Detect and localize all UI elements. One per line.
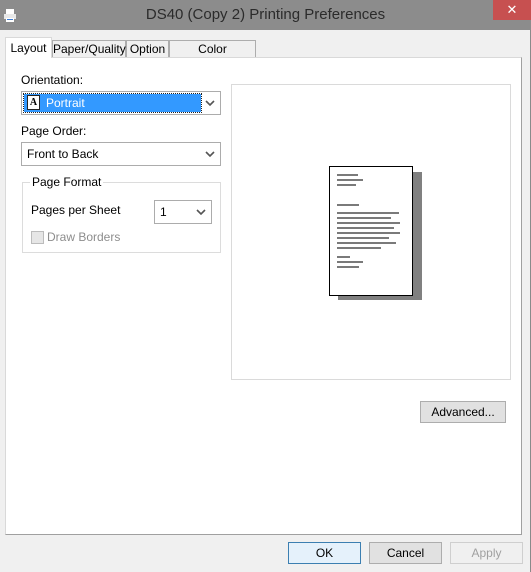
pages-per-sheet-value: 1	[160, 205, 167, 219]
orientation-label: Orientation:	[21, 73, 84, 87]
draw-borders-label: Draw Borders	[47, 230, 121, 244]
chevron-down-icon	[196, 209, 206, 216]
apply-button[interactable]: Apply	[450, 542, 523, 564]
orientation-select[interactable]: A Portrait	[21, 91, 221, 115]
tab-color-adjustment[interactable]: Color Adjustment	[169, 40, 256, 72]
tab-paper-quality[interactable]: Paper/Quality	[52, 40, 126, 58]
pages-per-sheet-label: Pages per Sheet	[31, 203, 121, 217]
cancel-button[interactable]: Cancel	[369, 542, 442, 564]
layout-panel: Orientation: A Portrait Page Order: Fron…	[5, 57, 522, 535]
page-order-value: Front to Back	[27, 147, 99, 161]
orientation-value: Portrait	[46, 96, 85, 110]
printing-preferences-dialog: DS40 (Copy 2) Printing Preferences ✕ Lay…	[0, 0, 531, 572]
page-format-title: Page Format	[30, 175, 104, 189]
tab-layout[interactable]: Layout	[5, 37, 52, 58]
portrait-page-icon: A	[27, 95, 40, 110]
page-order-select[interactable]: Front to Back	[21, 142, 221, 166]
advanced-button[interactable]: Advanced...	[420, 401, 506, 423]
pages-per-sheet-select[interactable]: 1	[154, 200, 212, 224]
draw-borders-checkbox[interactable]	[31, 231, 44, 244]
close-button[interactable]: ✕	[493, 0, 531, 20]
tab-option[interactable]: Option	[126, 40, 169, 58]
window-title: DS40 (Copy 2) Printing Preferences	[145, 6, 386, 23]
title-bar: DS40 (Copy 2) Printing Preferences ✕	[0, 0, 531, 30]
preview-page-icon	[329, 166, 413, 296]
chevron-down-icon	[205, 151, 215, 158]
chevron-down-icon	[205, 100, 215, 107]
layout-preview	[231, 84, 511, 380]
page-format-group: Page Format Pages per Sheet 1 Draw Borde…	[22, 175, 221, 253]
ok-button[interactable]: OK	[288, 542, 361, 564]
orientation-selected-value: A Portrait	[23, 93, 202, 113]
page-order-label: Page Order:	[21, 124, 87, 138]
